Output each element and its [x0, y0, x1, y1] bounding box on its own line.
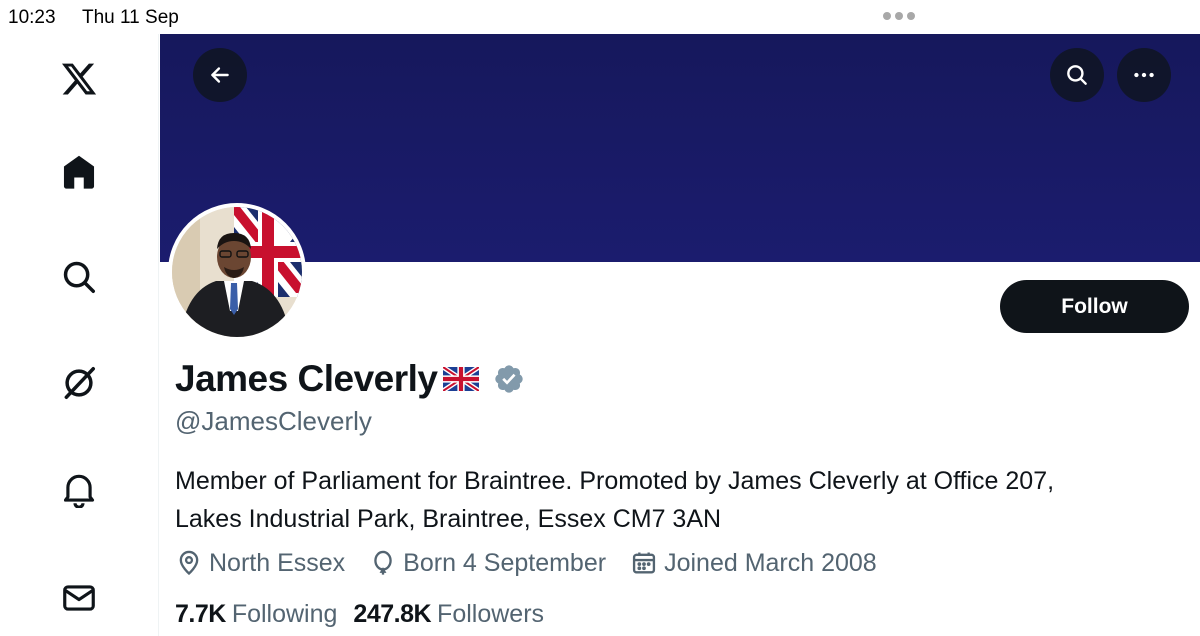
multitasking-dots-icon[interactable] — [883, 12, 915, 20]
joined-item: Joined March 2008 — [630, 549, 877, 578]
verified-badge-icon[interactable] — [493, 363, 525, 395]
followers-count: 247.8K — [353, 599, 432, 628]
home-icon[interactable] — [56, 149, 102, 195]
bio-line: Lakes Industrial Park, Braintree, Essex … — [175, 505, 722, 533]
following-label: Following — [231, 599, 338, 628]
back-button[interactable] — [193, 48, 247, 102]
birthday-item: Born 4 September — [369, 549, 606, 578]
location-pin-icon — [179, 550, 199, 576]
avatar-photo — [172, 207, 302, 337]
profile-meta: North Essex Born 4 September Joined Marc… — [175, 546, 901, 580]
profile-banner — [160, 34, 1200, 262]
mail-icon[interactable] — [56, 575, 102, 621]
bio-line: Member of Parliament for Braintree. Prom… — [175, 467, 1055, 495]
followers-label: Followers — [437, 599, 545, 628]
joined-text: Joined March 2008 — [664, 548, 877, 577]
follow-button[interactable]: Follow — [1000, 280, 1189, 333]
status-time: 10:23 — [8, 7, 56, 28]
arrow-left-icon — [211, 67, 229, 83]
search-icon[interactable] — [56, 254, 102, 300]
profile-bio: Member of Parliament for Braintree. Prom… — [175, 462, 1185, 538]
profile-handle: @JamesCleverly — [175, 406, 372, 436]
calendar-icon — [632, 552, 656, 574]
balloon-icon — [374, 550, 392, 575]
grok-icon[interactable] — [56, 360, 102, 406]
more-dots-icon — [1134, 72, 1154, 78]
more-options-button[interactable] — [1117, 48, 1171, 102]
bell-icon[interactable] — [56, 466, 102, 512]
status-bar: 10:23 Thu 11 Sep — [0, 0, 1200, 34]
location-text: North Essex — [209, 548, 346, 577]
following-count: 7.7K — [175, 599, 226, 628]
followers-link[interactable]: 247.8K Followers — [353, 600, 544, 629]
sidebar-nav — [0, 34, 159, 636]
profile-stats: 7.7K Following 247.8K Followers — [175, 597, 560, 631]
search-icon — [1067, 65, 1087, 85]
status-date: Thu 11 Sep — [82, 7, 179, 28]
profile-search-button[interactable] — [1050, 48, 1104, 102]
birthday-text: Born 4 September — [403, 548, 607, 577]
following-link[interactable]: 7.7K Following — [175, 600, 337, 629]
x-logo-icon[interactable] — [56, 56, 102, 102]
profile-name-row: James Cleverly — [175, 356, 525, 402]
uk-flag-icon — [443, 367, 480, 391]
profile-display-name: James Cleverly — [175, 358, 438, 399]
location-item: North Essex — [175, 549, 345, 578]
profile-avatar[interactable] — [168, 203, 306, 341]
